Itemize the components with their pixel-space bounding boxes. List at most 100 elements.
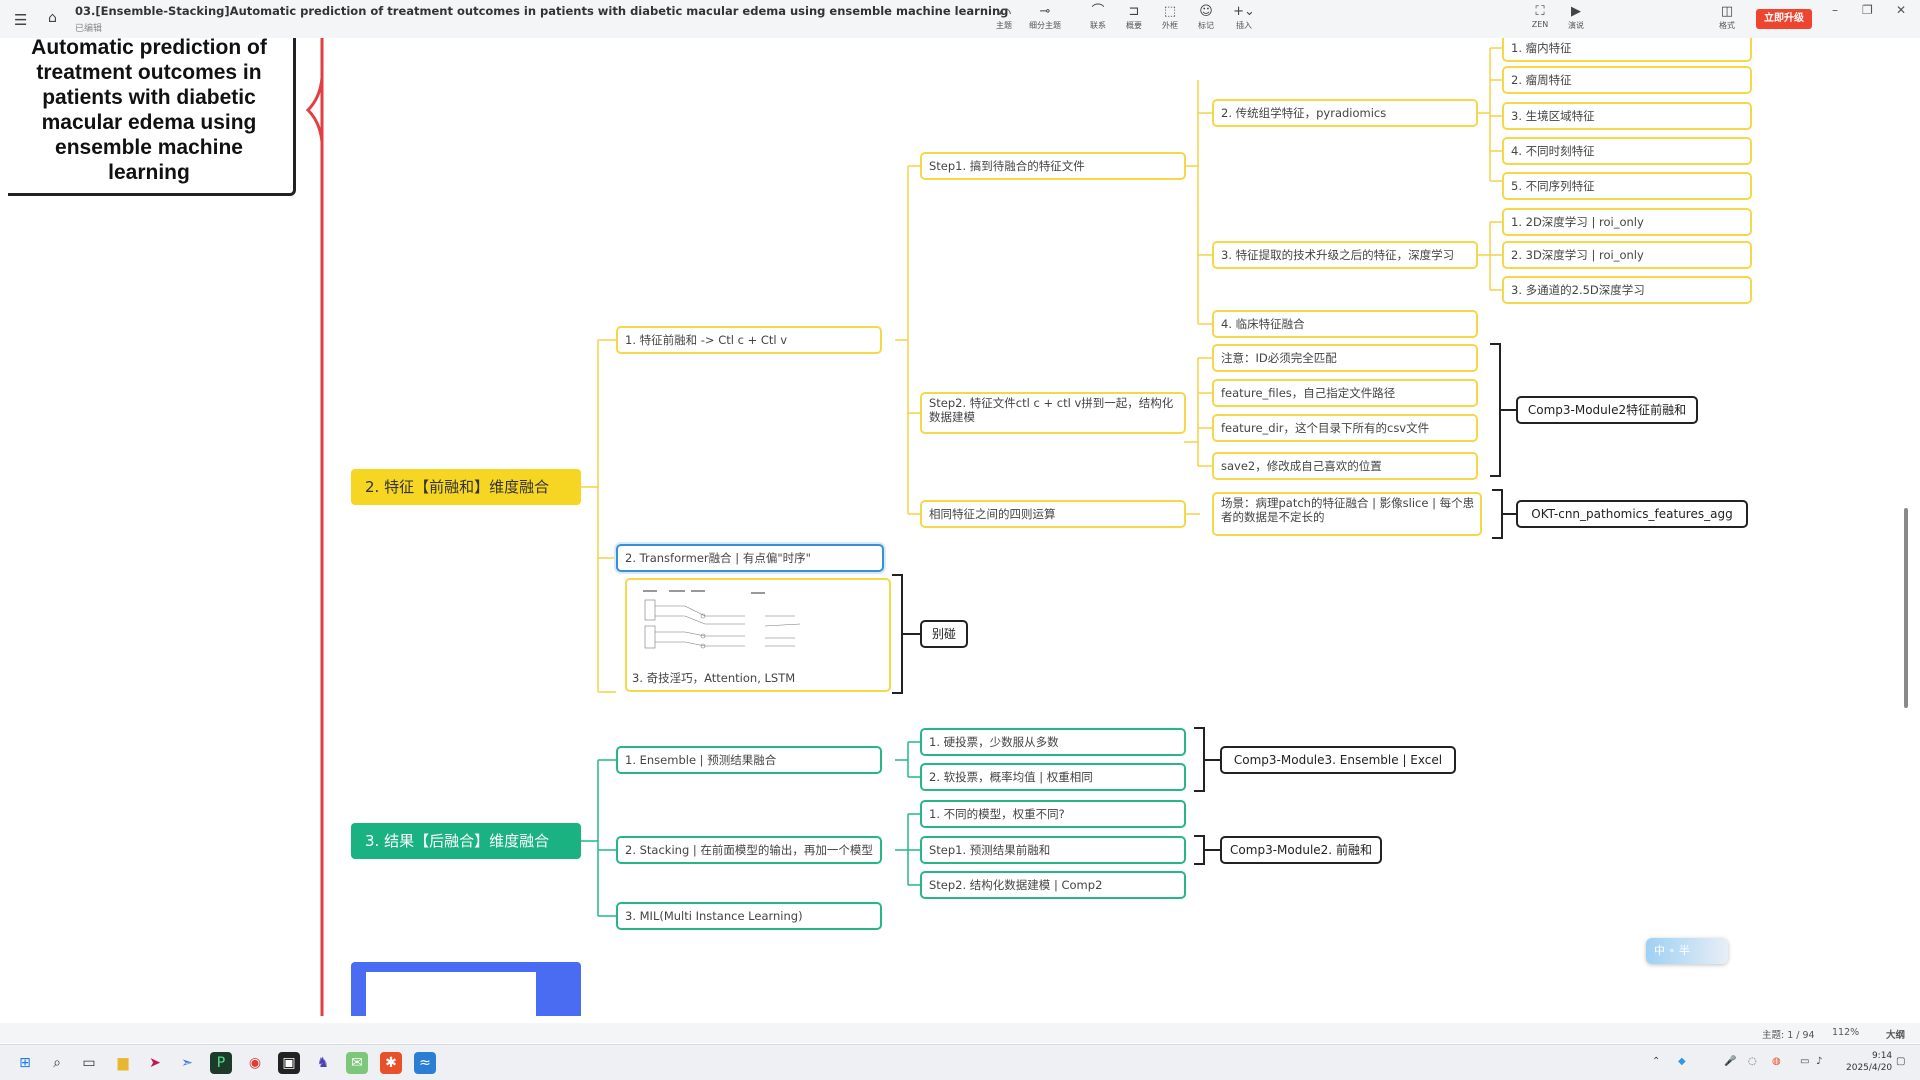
input-method-widget[interactable]: 中 ∘ 半 bbox=[1646, 938, 1728, 964]
relationship-button[interactable]: ⌒ 联系 bbox=[1078, 4, 1118, 31]
xmind-icon[interactable]: ✱ bbox=[380, 1052, 402, 1074]
topic-ensemble[interactable]: 1. Ensemble | 预测结果融合 bbox=[616, 746, 882, 774]
subtopic-button[interactable]: ⊸ 细分主题 bbox=[1025, 4, 1065, 31]
topic-icon: ⤺ bbox=[997, 4, 1011, 19]
topic-dl-sub-2[interactable]: 2. 3D深度学习 | roi_only bbox=[1502, 241, 1752, 269]
topic-different-models[interactable]: 1. 不同的模型，权重不同? bbox=[920, 800, 1186, 828]
main-topic-result-fusion[interactable]: 3. 结果【后融合】维度融合 bbox=[351, 823, 581, 859]
zen-button[interactable]: ⛶ ZEN bbox=[1520, 4, 1560, 29]
topic-radiomics-sub-3[interactable]: 3. 生境区域特征 bbox=[1502, 102, 1752, 130]
microphone-icon[interactable]: 🎤 bbox=[1724, 1056, 1736, 1067]
topic-arithmetic-ops[interactable]: 相同特征之间的四则运算 bbox=[920, 500, 1186, 528]
status-bar: 主题: 1 / 94 112% 大纲 bbox=[0, 1023, 1920, 1043]
topic-count: 主题: 1 / 94 bbox=[1762, 1030, 1815, 1041]
summary-okt-cnn[interactable]: OKT-cnn_pathomics_features_agg bbox=[1516, 500, 1748, 528]
topic-feature-early-fusion[interactable]: 1. 特征前融和 -> Ctl c + Ctl v bbox=[616, 326, 882, 354]
main-topic-feature-fusion[interactable]: 2. 特征【前融和】维度融合 bbox=[351, 469, 581, 505]
title-bar: ☰ ⌂ 03.[Ensemble-Stacking]Automatic pred… bbox=[0, 0, 1920, 38]
file-explorer-icon[interactable]: ▆ bbox=[112, 1052, 134, 1074]
search-icon[interactable]: ⌕ bbox=[46, 1052, 68, 1074]
topic-step2-feature-files[interactable]: feature_files，自己指定文件路径 bbox=[1212, 379, 1478, 407]
topic-button[interactable]: ⤺ 主题 bbox=[984, 4, 1024, 31]
restore-icon[interactable]: ❐ bbox=[1862, 3, 1873, 17]
image-topic-thumbnail[interactable] bbox=[351, 962, 581, 1016]
volume-icon[interactable]: ♪ bbox=[1816, 1056, 1822, 1067]
topic-stacking-step1[interactable]: Step1. 预测结果前融和 bbox=[920, 836, 1186, 864]
relationship-icon: ⌒ bbox=[1091, 4, 1105, 19]
topic-step2-note[interactable]: 注意：ID必须完全匹配 bbox=[1212, 344, 1478, 372]
windows-start-icon[interactable]: ⊞ bbox=[14, 1052, 36, 1074]
tray-app-icon[interactable]: ◆ bbox=[1678, 1056, 1686, 1067]
marker-button[interactable]: ☺ 标记 bbox=[1186, 4, 1226, 31]
attention-lstm-label: 3. 奇技淫巧，Attention, LSTM bbox=[632, 671, 796, 685]
topic-clinical-fusion[interactable]: 4. 临床特征融合 bbox=[1212, 310, 1478, 338]
hamburger-menu-icon[interactable]: ☰ bbox=[14, 11, 27, 29]
marker-icon: ☺ bbox=[1199, 4, 1213, 19]
document-title: 03.[Ensemble-Stacking]Automatic predicti… bbox=[75, 4, 1009, 18]
topic-deep-learning[interactable]: 3. 特征提取的技术升级之后的特征，深度学习 bbox=[1212, 241, 1478, 269]
pycharm-icon[interactable]: P bbox=[210, 1052, 232, 1074]
summary-button[interactable]: ⊐ 概要 bbox=[1114, 4, 1154, 31]
tray-icon-3[interactable]: ◍ bbox=[1772, 1056, 1781, 1067]
topic-step2-save2[interactable]: save2，修改成自己喜欢的位置 bbox=[1212, 452, 1478, 480]
topic-stacking-step2[interactable]: Step2. 结构化数据建模 | Comp2 bbox=[920, 871, 1186, 899]
topic-radiomics[interactable]: 2. 传统组学特征，pyradiomics bbox=[1212, 99, 1478, 127]
task-view-icon[interactable]: ▭ bbox=[78, 1052, 100, 1074]
plus-icon: +⌄ bbox=[1233, 4, 1255, 19]
topic-radiomics-sub-4[interactable]: 4. 不同时刻特征 bbox=[1502, 137, 1752, 165]
tray-icon-2[interactable]: ◌ bbox=[1748, 1056, 1757, 1067]
zoom-level[interactable]: 112% bbox=[1832, 1027, 1859, 1038]
app-arrow-icon[interactable]: ➤ bbox=[144, 1052, 166, 1074]
boundary-icon: ⬚ bbox=[1163, 4, 1177, 19]
topic-radiomics-sub-1[interactable]: 1. 瘤内特征 bbox=[1502, 38, 1752, 62]
topic-soft-voting[interactable]: 2. 软投票，概率均值 | 权重相同 bbox=[920, 763, 1186, 791]
play-icon: ▶ bbox=[1571, 4, 1581, 19]
home-icon[interactable]: ⌂ bbox=[48, 10, 57, 26]
subtopic-icon: ⊸ bbox=[1039, 4, 1051, 19]
chrome-icon[interactable]: ◉ bbox=[244, 1052, 266, 1074]
summary-dont-touch[interactable]: 别碰 bbox=[920, 620, 968, 648]
app-figure-icon[interactable]: ♞ bbox=[312, 1052, 334, 1074]
topic-attention-lstm[interactable]: 3. 奇技淫巧，Attention, LSTM bbox=[625, 578, 891, 692]
topic-hard-voting[interactable]: 1. 硬投票，少数服从多数 bbox=[920, 728, 1186, 756]
summary-comp3-module3[interactable]: Comp3-Module3. Ensemble | Excel bbox=[1220, 746, 1456, 774]
clock-time: 9:14 bbox=[1871, 1051, 1893, 1061]
notification-icon[interactable]: ▢ bbox=[1896, 1056, 1905, 1067]
insert-button[interactable]: +⌄ 插入 bbox=[1224, 4, 1264, 31]
thumbnail-image bbox=[366, 972, 536, 1016]
mindmap-canvas[interactable]: Automatic prediction of treatment outcom… bbox=[8, 38, 1910, 1016]
clock-date: 2025/4/20 bbox=[1846, 1063, 1893, 1073]
topic-step1[interactable]: Step1. 搞到待融合的特征文件 bbox=[920, 152, 1186, 180]
app-send-icon[interactable]: ➣ bbox=[176, 1052, 198, 1074]
upgrade-button[interactable]: 立即升级 bbox=[1756, 9, 1812, 29]
minimize-icon[interactable]: – bbox=[1832, 3, 1838, 17]
central-topic[interactable]: Automatic prediction of treatment outcom… bbox=[8, 38, 296, 196]
document-status: 已编辑 bbox=[75, 24, 103, 34]
app-wave-icon[interactable]: ≈ bbox=[414, 1052, 436, 1074]
topic-step2[interactable]: Step2. 特征文件ctl c + ctl v拼到一起，结构化数据建模 bbox=[920, 392, 1186, 434]
close-icon[interactable]: ✕ bbox=[1896, 3, 1906, 17]
pitch-button[interactable]: ▶ 演说 bbox=[1556, 4, 1596, 31]
topic-mil[interactable]: 3. MIL(Multi Instance Learning) bbox=[616, 902, 882, 930]
topic-dl-sub-3[interactable]: 3. 多通道的2.5D深度学习 bbox=[1502, 276, 1752, 304]
wechat-icon[interactable]: ✉ bbox=[346, 1052, 368, 1074]
format-panel-button[interactable]: ◫ 格式 bbox=[1707, 4, 1747, 31]
tray-chevron-icon[interactable]: ⌃ bbox=[1652, 1056, 1660, 1067]
topic-transformer-fusion[interactable]: 2. Transformer融合 | 有点偏"时序" bbox=[616, 544, 884, 572]
vertical-scrollbar[interactable] bbox=[1904, 508, 1908, 708]
terminal-icon[interactable]: ▣ bbox=[278, 1052, 300, 1074]
fullscreen-icon: ⛶ bbox=[1535, 4, 1545, 19]
topic-radiomics-sub-5[interactable]: 5. 不同序列特征 bbox=[1502, 172, 1752, 200]
summary-comp3-module2[interactable]: Comp3-Module2特征前融和 bbox=[1516, 396, 1698, 424]
topic-stacking[interactable]: 2. Stacking | 在前面模型的输出，再加一个模型 bbox=[616, 836, 882, 864]
topic-dl-sub-1[interactable]: 1. 2D深度学习 | roi_only bbox=[1502, 208, 1752, 236]
topic-step2-feature-dir[interactable]: feature_dir，这个目录下所有的csv文件 bbox=[1212, 414, 1478, 442]
summary-comp3-module2-early[interactable]: Comp3-Module2. 前融和 bbox=[1220, 836, 1382, 864]
system-clock[interactable]: 9:14 2025/4/20 bbox=[1846, 1050, 1892, 1074]
outline-button[interactable]: 大纲 bbox=[1886, 1027, 1905, 1041]
summary-icon: ⊐ bbox=[1128, 4, 1140, 19]
boundary-button[interactable]: ⬚ 外框 bbox=[1150, 4, 1190, 31]
topic-radiomics-sub-2[interactable]: 2. 瘤周特征 bbox=[1502, 66, 1752, 94]
network-icon[interactable]: ▭ bbox=[1800, 1056, 1809, 1067]
topic-ops-scene[interactable]: 场景：病理patch的特征融合 | 影像slice | 每个患者的数据是不定长的 bbox=[1212, 492, 1482, 536]
